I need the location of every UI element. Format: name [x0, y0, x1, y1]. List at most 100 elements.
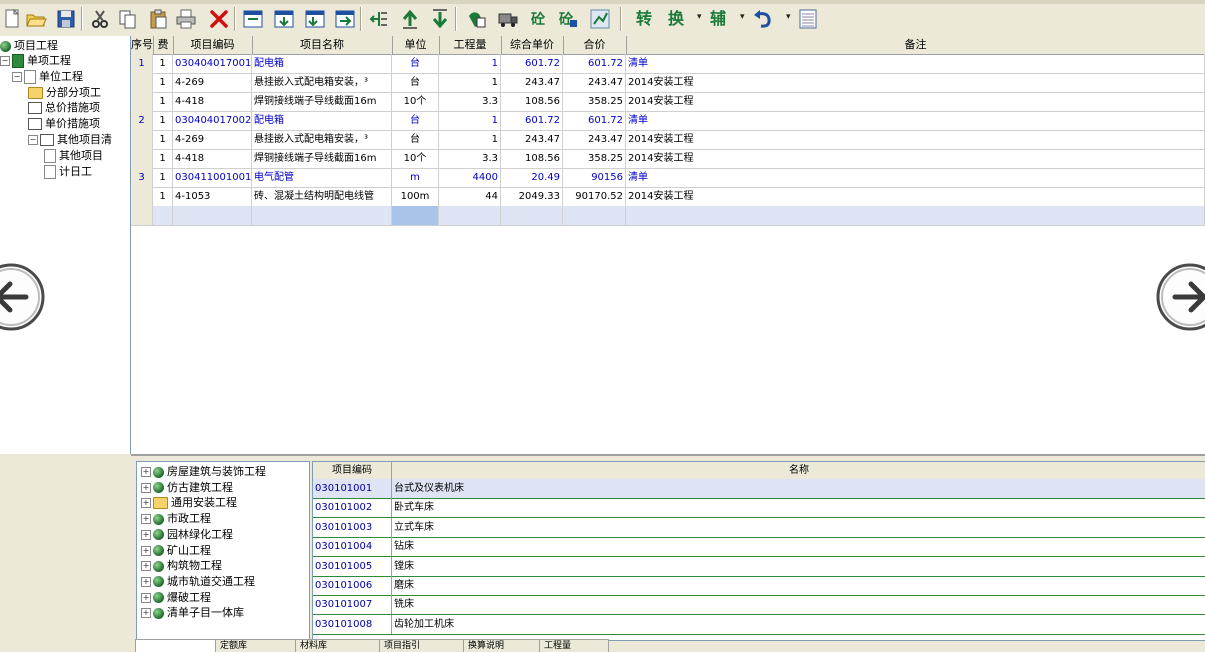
tree-item[interactable]: 计日工: [44, 164, 92, 180]
library-cell-code[interactable]: 030101006: [313, 576, 392, 595]
cell-code[interactable]: 4-418: [173, 149, 252, 168]
expand-icon[interactable]: +: [141, 608, 151, 619]
toolbar-text-button-0[interactable]: 转: [636, 8, 652, 30]
library-tab-1[interactable]: 定额库: [215, 639, 300, 652]
library-cell-name[interactable]: 磨床: [392, 576, 1205, 595]
concrete-icon[interactable]: 砼: [529, 8, 551, 30]
expand-icon[interactable]: +: [141, 561, 151, 572]
cell-price[interactable]: 601.72: [501, 111, 563, 130]
library-tab-0[interactable]: [135, 639, 220, 652]
cell-total[interactable]: 601.72: [563, 111, 626, 130]
collapse-icon[interactable]: −: [12, 72, 22, 82]
tree-item[interactable]: 单价措施项: [28, 116, 100, 132]
cell-remark[interactable]: 2014安装工程: [626, 92, 1205, 111]
cell-unit[interactable]: 台: [392, 73, 439, 92]
copy-icon[interactable]: [117, 8, 139, 30]
expand-icon[interactable]: +: [141, 592, 151, 603]
cell-price[interactable]: 243.47: [501, 73, 563, 92]
cell-total[interactable]: 90156: [563, 168, 626, 187]
cell-code[interactable]: 030411001001: [173, 168, 252, 187]
cell-name[interactable]: 电气配管: [252, 168, 392, 187]
library-cell-name[interactable]: 铣床: [392, 595, 1205, 614]
library-row[interactable]: 030101003 立式车床: [313, 517, 1205, 538]
cell-total[interactable]: 601.72: [563, 54, 626, 73]
cell-fee[interactable]: 1: [153, 111, 173, 130]
expand-icon[interactable]: +: [141, 529, 151, 540]
cell-unit[interactable]: 100m: [392, 187, 439, 206]
grid-header-qty[interactable]: 工程量: [439, 36, 502, 54]
table-row[interactable]: 3 1 030411001001 电气配管 m 4400 20.49 90156 清单: [131, 168, 1205, 188]
cell-price[interactable]: 2049.33: [501, 187, 563, 206]
append-icon[interactable]: [334, 8, 356, 30]
grid-header-total[interactable]: 合价: [563, 36, 627, 54]
library-cell-name[interactable]: 镗床: [392, 557, 1205, 576]
cell-fee[interactable]: [153, 206, 173, 225]
cell-seq[interactable]: [131, 206, 153, 225]
add-child-icon[interactable]: [304, 8, 326, 30]
open-icon[interactable]: [25, 8, 47, 30]
cell-total[interactable]: 243.47: [563, 130, 626, 149]
grid-header-remark[interactable]: 备注: [626, 36, 1205, 54]
table-row-empty[interactable]: [131, 206, 1205, 226]
grid-header-code[interactable]: 项目编码: [173, 36, 253, 54]
cell-seq[interactable]: [131, 92, 153, 111]
library-row[interactable]: 030101006 磨床: [313, 576, 1205, 596]
library-cell-name[interactable]: 卧式车床: [392, 498, 1205, 517]
cell-unit[interactable]: [392, 206, 439, 225]
add-row-icon[interactable]: [273, 8, 295, 30]
cell-remark[interactable]: 2014安装工程: [626, 149, 1205, 168]
table-row[interactable]: 2 1 030404017002 配电箱台 1 601.72 601.72 清单: [131, 111, 1205, 131]
cell-name[interactable]: 配电箱: [252, 54, 392, 73]
paste-icon[interactable]: [147, 8, 169, 30]
library-tree-item[interactable]: + 仿古建筑工程: [141, 480, 233, 495]
library-tree-item[interactable]: + 城市轨道交通工程: [141, 574, 255, 589]
library-tab-2[interactable]: 材料库: [295, 639, 385, 652]
library-cell-code[interactable]: 030101002: [313, 498, 392, 518]
library-row[interactable]: 030101002 卧式车床: [313, 498, 1205, 519]
tree-item[interactable]: 分部分项工: [28, 85, 101, 101]
cut-icon[interactable]: [89, 8, 111, 30]
save-icon[interactable]: [55, 8, 77, 30]
chart-icon[interactable]: [589, 8, 611, 30]
dropdown-arrow-icon[interactable]: ▾: [740, 12, 745, 22]
table-row[interactable]: 1 4-1053 砖、混凝土结构明配电线管 100m 44 2049.33 90170.52…: [131, 187, 1205, 207]
library-tree-item[interactable]: + 清单子目一体库: [141, 605, 244, 620]
cell-qty[interactable]: 1: [439, 111, 501, 130]
cell-qty[interactable]: 3.3: [439, 149, 501, 168]
cell-seq[interactable]: 2: [131, 111, 153, 130]
expand-icon[interactable]: +: [141, 467, 151, 477]
library-cell-name[interactable]: 立式车床: [392, 518, 1205, 537]
cell-code[interactable]: 4-269: [173, 73, 252, 92]
insert-row-icon[interactable]: [242, 8, 264, 30]
cell-code[interactable]: [173, 206, 252, 225]
move-up-icon[interactable]: [399, 8, 421, 30]
cell-name[interactable]: 焊铜接线端子导线截面16m: [252, 149, 392, 168]
library-cell-code[interactable]: 030101005: [313, 556, 392, 576]
grid-header-unit[interactable]: 单位: [392, 36, 440, 54]
cell-remark[interactable]: 清单: [626, 54, 1205, 73]
cell-fee[interactable]: 1: [153, 73, 173, 92]
cell-remark[interactable]: 2014安装工程: [626, 130, 1205, 149]
cell-name[interactable]: 砖、混凝土结构明配电线管: [252, 187, 392, 206]
library-tab-5[interactable]: 工程量: [539, 639, 609, 652]
new-icon[interactable]: [1, 8, 23, 30]
cell-price[interactable]: 108.56: [501, 92, 563, 111]
cell-total[interactable]: 358.25: [563, 92, 626, 111]
dropdown-arrow-icon[interactable]: ▾: [697, 12, 702, 22]
cell-fee[interactable]: 1: [153, 187, 173, 206]
table-row[interactable]: 1 4-418 焊铜接线端子导线截面16m 10个 3.3 108.56 358.25 201…: [131, 92, 1205, 112]
cell-code[interactable]: 030404017002: [173, 111, 252, 130]
expand-icon[interactable]: +: [141, 576, 151, 587]
cell-qty[interactable]: 3.3: [439, 92, 501, 111]
cell-code[interactable]: 030404017001: [173, 54, 252, 73]
lib-header-name[interactable]: 名称: [392, 462, 1205, 479]
cell-total[interactable]: 90170.52: [563, 187, 626, 206]
tree-item[interactable]: 项目工程: [0, 38, 58, 54]
library-tab-3[interactable]: 项目指引: [379, 639, 469, 652]
library-cell-name[interactable]: 齿轮加工机床: [392, 615, 1205, 634]
grid-header-fee[interactable]: 费: [153, 36, 174, 54]
cell-seq[interactable]: [131, 130, 153, 149]
library-tree-item[interactable]: + 通用安装工程: [141, 495, 237, 510]
cell-total[interactable]: 243.47: [563, 73, 626, 92]
expand-icon[interactable]: +: [141, 545, 151, 556]
